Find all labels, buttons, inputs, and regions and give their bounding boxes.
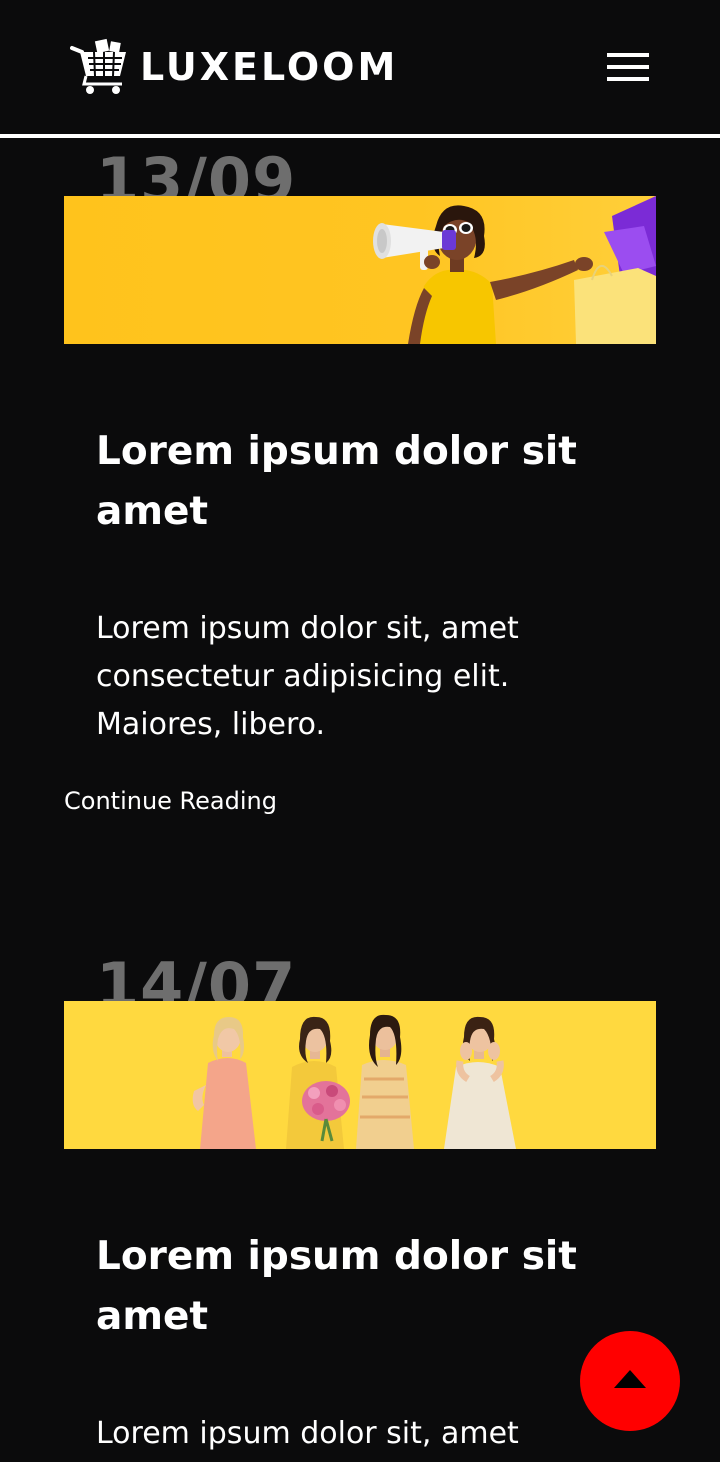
- menu-bar: [607, 77, 649, 81]
- page: LUXELOOM 13/09 Lorem ipsum dolor sit ame…: [0, 0, 720, 1462]
- site-logo[interactable]: LUXELOOM: [70, 38, 398, 96]
- site-header: LUXELOOM: [0, 0, 720, 134]
- banner-women-image: [64, 1001, 656, 1149]
- menu-bar: [607, 53, 649, 57]
- shopping-cart-icon: [70, 38, 126, 94]
- post-image[interactable]: [64, 1001, 656, 1149]
- arrow-up-icon: [614, 1370, 646, 1388]
- banner-megaphone-image: [64, 196, 656, 344]
- post-title: Lorem ipsum dolor sit amet: [96, 429, 577, 534]
- header-divider: [0, 134, 720, 138]
- post-image[interactable]: [64, 196, 656, 344]
- back-to-top-button[interactable]: [580, 1331, 680, 1431]
- post-excerpt: Lorem ipsum dolor sit, amet: [96, 1416, 519, 1451]
- continue-reading-link[interactable]: Continue Reading: [64, 785, 277, 817]
- hamburger-menu-icon[interactable]: [604, 50, 652, 86]
- menu-bar: [607, 65, 649, 69]
- brand-name: LUXELOOM: [140, 45, 399, 89]
- post-excerpt: Lorem ipsum dolor sit, amet consectetur …: [96, 611, 519, 742]
- post-title: Lorem ipsum dolor sit amet: [96, 1234, 577, 1339]
